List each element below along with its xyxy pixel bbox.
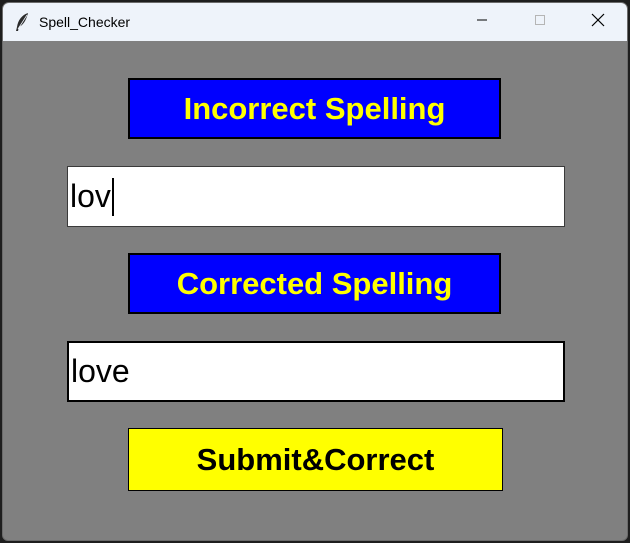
submit-correct-button[interactable]: Submit&Correct [128,428,503,491]
maximize-button[interactable] [511,3,569,41]
incorrect-spelling-label: Incorrect Spelling [128,78,501,139]
minimize-button[interactable] [453,3,511,41]
text-cursor [111,177,114,216]
title-bar[interactable]: Spell_Checker [3,3,627,41]
feather-icon [13,12,31,32]
close-icon [591,13,605,32]
app-window: Spell_Checker Incorrect Spelling lov Cor… [2,2,628,541]
corrected-spelling-value: love [71,353,130,389]
minimize-icon [476,13,488,31]
close-button[interactable] [569,3,627,41]
incorrect-spelling-value: lov [70,178,111,214]
maximize-icon [534,13,546,31]
corrected-spelling-label: Corrected Spelling [128,253,501,314]
incorrect-spelling-input[interactable]: lov [67,166,565,227]
window-title: Spell_Checker [39,14,131,30]
corrected-spelling-output[interactable]: love [67,341,565,402]
